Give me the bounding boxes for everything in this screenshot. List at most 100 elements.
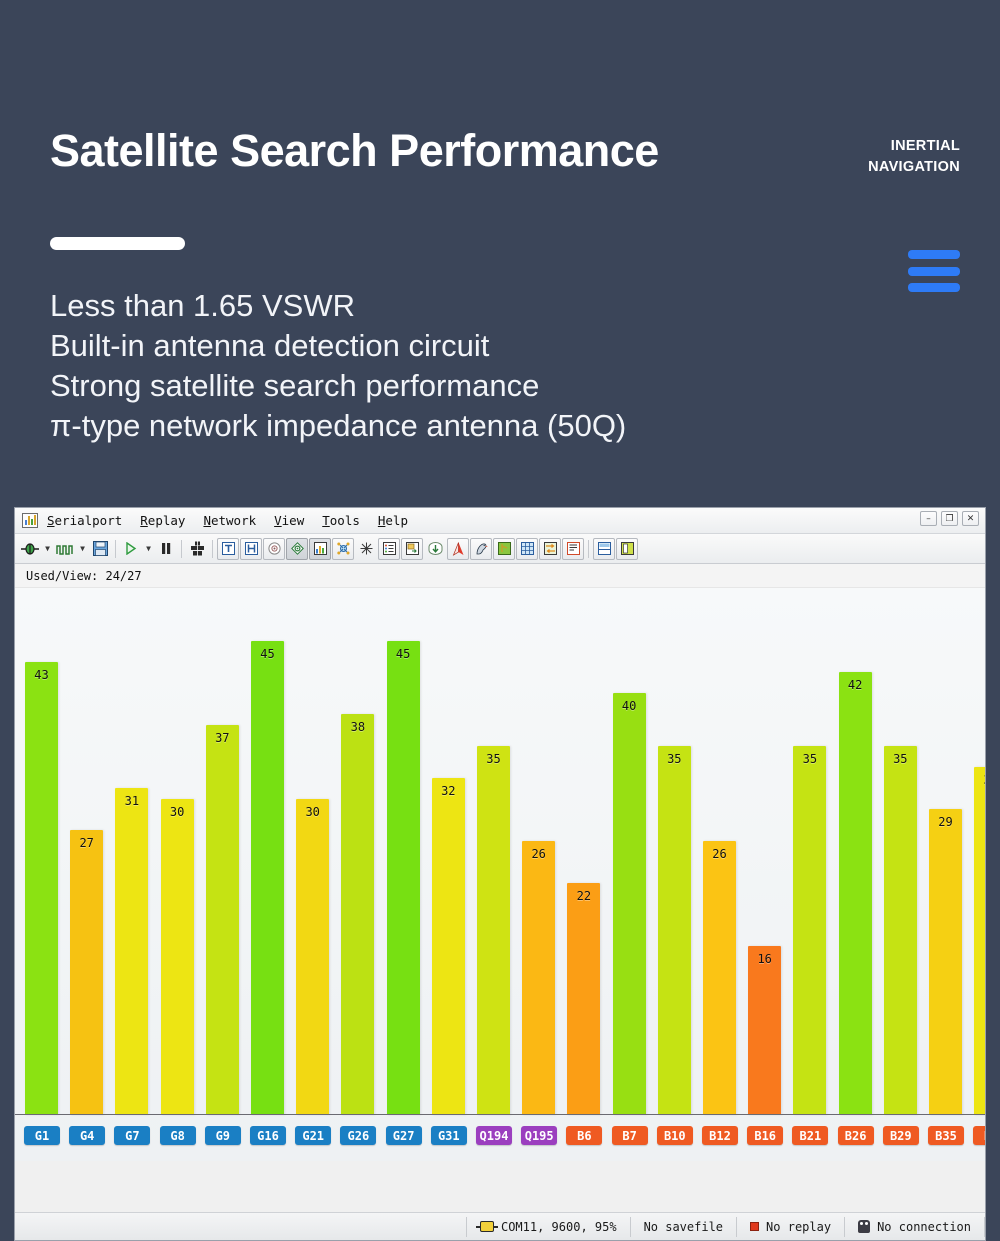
snowflake-icon[interactable] <box>355 538 377 560</box>
list-icon[interactable] <box>378 538 400 560</box>
satellite-bar: 35 <box>658 746 691 1115</box>
baudrate-dropdown-icon[interactable]: ▼ <box>77 538 88 560</box>
satellite-bar: 38 <box>341 714 374 1115</box>
status-replay-label: No replay <box>766 1220 831 1234</box>
brand-block: INERTIAL NAVIGATION <box>800 136 960 178</box>
pause-icon[interactable] <box>155 538 177 560</box>
minimize-button[interactable]: – <box>920 511 937 526</box>
satellite-id-badge[interactable]: B3 <box>973 1126 985 1145</box>
restore-button[interactable]: ❐ <box>941 511 958 526</box>
split-view-icon[interactable] <box>593 538 615 560</box>
scatter-icon[interactable] <box>332 538 354 560</box>
panel-icon[interactable] <box>616 538 638 560</box>
satellite-id-badge[interactable]: G1 <box>24 1126 60 1145</box>
satellite-id-badge[interactable]: B29 <box>883 1126 919 1145</box>
status-savefile-label: No savefile <box>644 1220 723 1234</box>
gnss-application-window: Serialport Replay Network View Tools Hel… <box>14 507 986 1241</box>
satellite-id-badge[interactable]: G21 <box>295 1126 331 1145</box>
save-icon[interactable] <box>89 538 111 560</box>
satellite-id-badge[interactable]: B12 <box>702 1126 738 1145</box>
satellite-id-badge[interactable]: B35 <box>928 1126 964 1145</box>
status-port[interactable]: COM11, 9600, 95% <box>466 1217 630 1237</box>
azimuth-icon[interactable] <box>447 538 469 560</box>
satellite-bar: 43 <box>25 662 58 1115</box>
download-icon[interactable] <box>424 538 446 560</box>
status-savefile[interactable]: No savefile <box>630 1217 736 1237</box>
menu-help[interactable]: Help <box>378 513 408 528</box>
satellite-bar: 31 <box>115 788 148 1115</box>
start-dropdown-icon[interactable]: ▼ <box>143 538 154 560</box>
brand-line-1: INERTIAL <box>800 136 960 157</box>
satellite-id-badge[interactable]: B10 <box>657 1126 693 1145</box>
menu-serialport[interactable]: Serialport <box>47 513 122 528</box>
satellite-bar: 37 <box>206 725 239 1115</box>
menu-view-label: iew <box>282 513 305 528</box>
status-bar: COM11, 9600, 95% No savefile No replay N… <box>15 1212 985 1240</box>
export-icon[interactable] <box>401 538 423 560</box>
satellite-id-badge[interactable]: G9 <box>205 1126 241 1145</box>
grid-icon[interactable] <box>516 538 538 560</box>
satellite-id-badge[interactable]: G8 <box>160 1126 196 1145</box>
bar-value-label: 26 <box>703 847 736 861</box>
satellite-id-badge[interactable]: Q195 <box>521 1126 557 1145</box>
serial-port-dropdown-icon[interactable]: ▼ <box>42 538 53 560</box>
satellite-id-badge[interactable]: B7 <box>612 1126 648 1145</box>
start-icon[interactable] <box>120 538 142 560</box>
satellite-id-badge[interactable]: B21 <box>792 1126 828 1145</box>
connection-icon <box>858 1220 870 1233</box>
bar-value-label: 43 <box>25 668 58 682</box>
bar-value-label: 30 <box>296 805 329 819</box>
satellite-id-badge[interactable]: G26 <box>340 1126 376 1145</box>
bar-value-label: 30 <box>161 805 194 819</box>
satellite-bar: 27 <box>70 830 103 1115</box>
status-replay[interactable]: No replay <box>736 1217 844 1237</box>
menu-tools[interactable]: Tools <box>322 513 360 528</box>
status-port-label: COM11, 9600, 95% <box>501 1220 617 1234</box>
menu-view[interactable]: View <box>274 513 304 528</box>
satellite-id-badge[interactable]: G16 <box>250 1126 286 1145</box>
toolbar-separator <box>212 540 213 558</box>
satellite-id-badge[interactable]: B16 <box>747 1126 783 1145</box>
page-root: Satellite Search Performance INERTIAL NA… <box>0 0 1000 1241</box>
note-icon[interactable] <box>562 538 584 560</box>
menu-replay[interactable]: Replay <box>140 513 185 528</box>
bird-icon[interactable] <box>470 538 492 560</box>
close-button[interactable]: ✕ <box>962 511 979 526</box>
satellite-bar: 26 <box>522 841 555 1115</box>
satellite-id-badge[interactable]: B26 <box>838 1126 874 1145</box>
menu-tools-label: ools <box>330 513 360 528</box>
bar-chart-icon[interactable] <box>309 538 331 560</box>
clear-icon[interactable] <box>186 538 208 560</box>
satellite-bar: 29 <box>929 809 962 1115</box>
baudrate-icon[interactable] <box>54 538 76 560</box>
bar-value-label: 26 <box>522 847 555 861</box>
used-view-label: Used/View: 24/27 <box>15 564 985 588</box>
feature-bullet-list: Less than 1.65 VSWR Built-in antenna det… <box>50 286 626 446</box>
hamburger-menu-icon[interactable] <box>908 250 960 292</box>
window-controls: – ❐ ✕ <box>920 511 979 526</box>
satellite-id-badge[interactable]: G31 <box>431 1126 467 1145</box>
bar-value-label: 35 <box>884 752 917 766</box>
satellite-id-badge[interactable]: G7 <box>114 1126 150 1145</box>
map-icon[interactable] <box>493 538 515 560</box>
transfer-icon[interactable] <box>539 538 561 560</box>
satellite-id-badge[interactable]: G27 <box>386 1126 422 1145</box>
status-connection[interactable]: No connection <box>844 1217 985 1237</box>
target-icon[interactable] <box>286 538 308 560</box>
satellite-bar: 42 <box>839 672 872 1115</box>
bar-value-label: 40 <box>613 699 646 713</box>
brand-line-2: NAVIGATION <box>800 157 960 178</box>
bar-value-label: 29 <box>929 815 962 829</box>
satellite-bar: 40 <box>613 693 646 1115</box>
serial-port-icon[interactable] <box>19 538 41 560</box>
satellite-id-badge[interactable]: G4 <box>69 1126 105 1145</box>
satellite-bar: 33 <box>974 767 985 1115</box>
compass-icon[interactable] <box>263 538 285 560</box>
bar-value-label: 45 <box>387 647 420 661</box>
table-view-icon[interactable] <box>240 538 262 560</box>
menu-network[interactable]: Network <box>203 513 256 528</box>
satellite-id-badge[interactable]: Q194 <box>476 1126 512 1145</box>
satellite-id-badge[interactable]: B6 <box>566 1126 602 1145</box>
title-bar: Serialport Replay Network View Tools Hel… <box>15 508 985 534</box>
text-view-icon[interactable] <box>217 538 239 560</box>
